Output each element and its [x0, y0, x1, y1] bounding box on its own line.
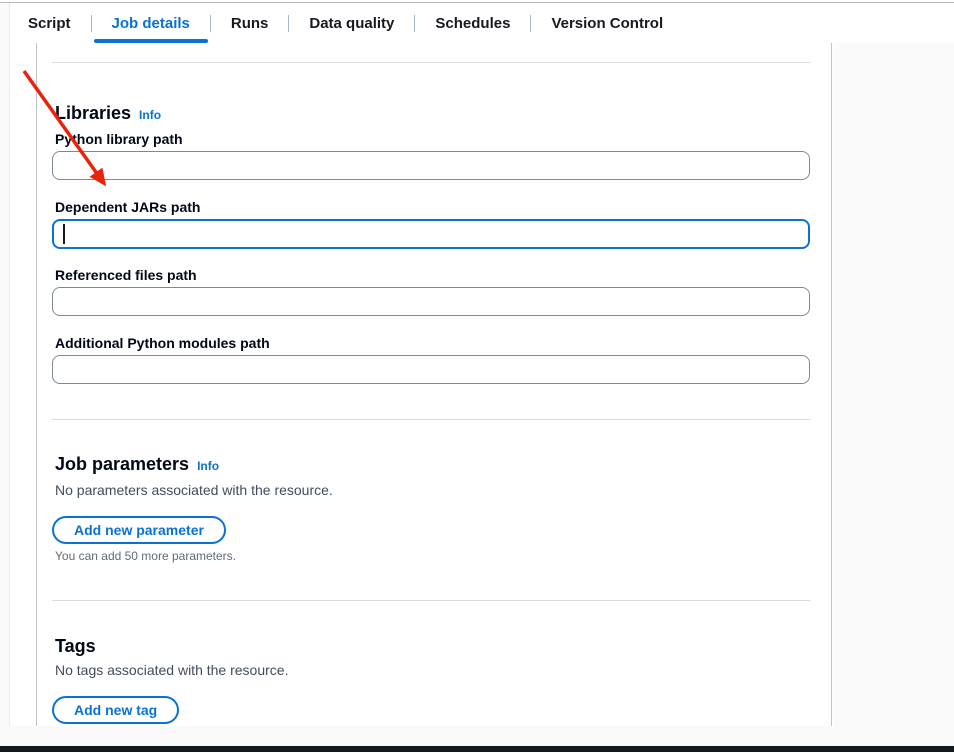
section-divider	[52, 62, 810, 63]
section-divider	[52, 600, 810, 601]
dependent-jars-path-input[interactable]	[52, 219, 810, 249]
section-divider	[52, 419, 810, 420]
libraries-heading: Libraries	[55, 102, 131, 124]
add-new-tag-button[interactable]: Add new tag	[52, 696, 179, 724]
right-gutter	[833, 43, 954, 726]
job-parameters-section-header: Job parameters Info	[55, 453, 219, 475]
job-parameters-heading: Job parameters	[55, 453, 189, 475]
referenced-files-path-input[interactable]	[52, 287, 810, 316]
job-details-content: Libraries Info Python library path Depen…	[52, 0, 810, 753]
job-parameters-empty-text: No parameters associated with the resour…	[55, 481, 333, 499]
text-cursor	[63, 224, 65, 244]
tags-section-header: Tags	[55, 635, 96, 657]
tags-heading: Tags	[55, 635, 96, 657]
libraries-section-header: Libraries Info	[55, 102, 161, 124]
additional-python-modules-path-label: Additional Python modules path	[55, 334, 270, 352]
libraries-info-link[interactable]: Info	[139, 108, 161, 122]
python-library-path-input[interactable]	[52, 151, 810, 180]
job-parameters-helper-text: You can add 50 more parameters.	[55, 548, 236, 564]
add-new-parameter-button[interactable]: Add new parameter	[52, 516, 226, 544]
dependent-jars-path-label: Dependent JARs path	[55, 198, 200, 216]
dependent-jars-path-field	[52, 219, 810, 249]
tags-empty-text: No tags associated with the resource.	[55, 661, 288, 679]
python-library-path-label: Python library path	[55, 130, 183, 148]
left-gutter	[0, 3, 10, 726]
referenced-files-path-label: Referenced files path	[55, 266, 197, 284]
job-parameters-info-link[interactable]: Info	[197, 459, 219, 473]
additional-python-modules-path-input[interactable]	[52, 355, 810, 384]
